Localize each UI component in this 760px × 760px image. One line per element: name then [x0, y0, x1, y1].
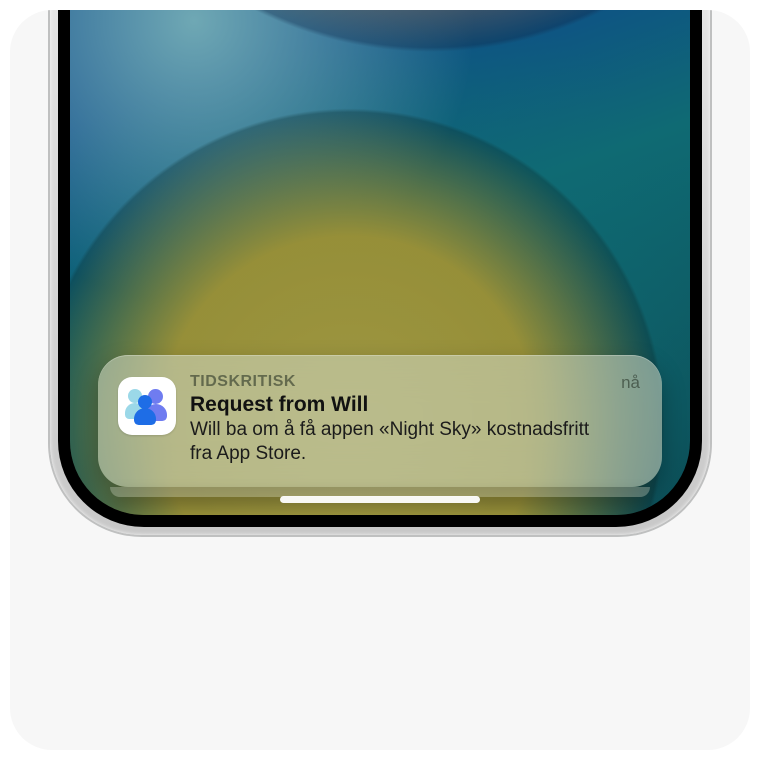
notification-title: Request from Will [190, 393, 612, 417]
lock-screen: nå TIDSKRITISK Request from Will Will ba… [70, 10, 690, 515]
notification-time: nå [621, 373, 640, 393]
notification-content: nå TIDSKRITISK Request from Will Will ba… [190, 373, 640, 467]
iphone-mockup: nå TIDSKRITISK Request from Will Will ba… [50, 10, 710, 535]
home-indicator[interactable] [280, 496, 480, 503]
family-sharing-icon [118, 377, 176, 435]
priority-label: TIDSKRITISK [190, 373, 612, 391]
notification-message: Will ba om å få appen «Night Sky» kostna… [190, 418, 612, 467]
lock-screen-notification[interactable]: nå TIDSKRITISK Request from Will Will ba… [98, 355, 662, 487]
